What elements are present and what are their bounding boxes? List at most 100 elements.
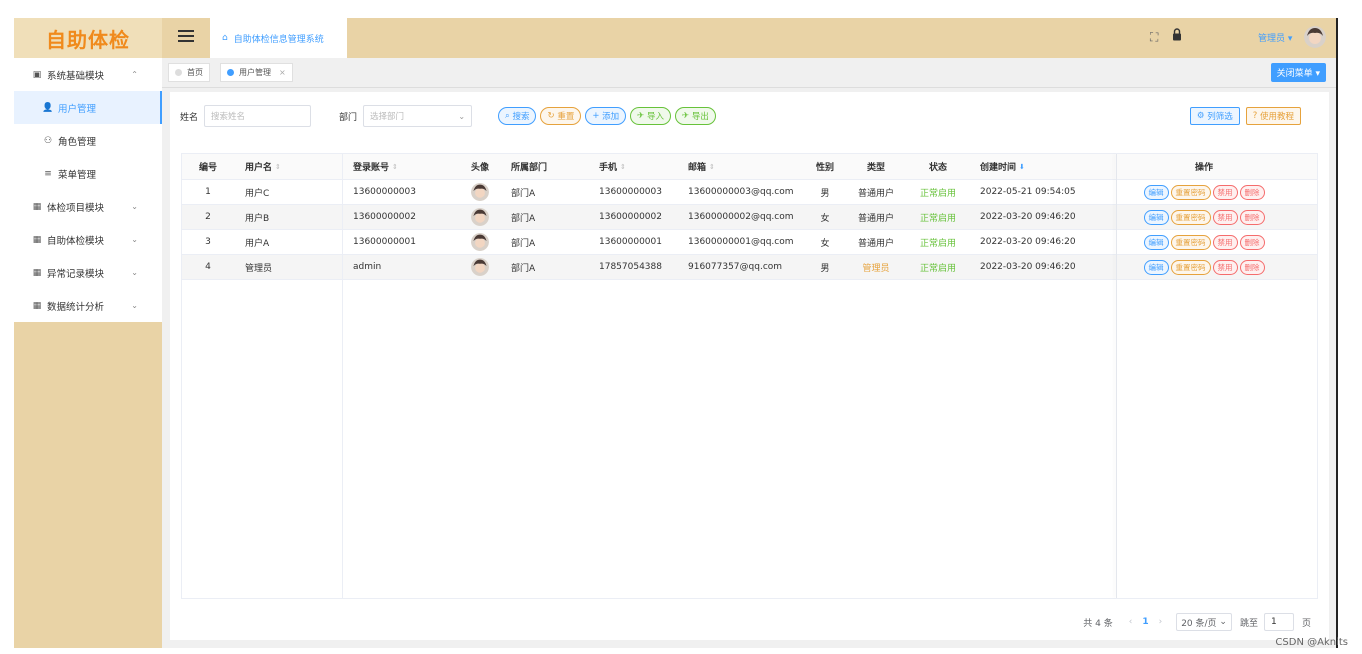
disable-button[interactable]: 禁用: [1212, 184, 1238, 200]
export-button[interactable]: ✈ 导出: [675, 107, 716, 125]
reset-password-button[interactable]: 重置密码: [1170, 209, 1211, 225]
gear-icon: ⚙: [1196, 111, 1208, 121]
lock-icon[interactable]: [1172, 28, 1182, 41]
next-page-icon[interactable]: ›: [1159, 617, 1163, 627]
sort-icon[interactable]: ⇕: [392, 163, 398, 171]
avatar: [471, 233, 489, 251]
edit-button[interactable]: 编辑: [1143, 259, 1169, 275]
menu-list-icon: ≡: [44, 168, 52, 179]
tutorial-label: 使用教程: [1259, 112, 1294, 122]
cell-email: 916077357@qq.com: [688, 262, 783, 272]
sidebar-item-self-exam[interactable]: ▦ 自助体检模块 ⌄: [14, 223, 162, 256]
column-header: 操作: [1194, 163, 1213, 173]
reset-password-button[interactable]: 重置密码: [1170, 184, 1211, 200]
cell-phone: 13600000003: [599, 187, 662, 197]
avatar[interactable]: [1304, 26, 1326, 48]
table-row[interactable]: 4 管理员 admin 部门A 17857054388 916077357@qq.com 男…: [182, 255, 1317, 280]
cell-gender: 男: [820, 188, 830, 199]
close-menu-button[interactable]: 关闭菜单 ▾: [1270, 63, 1326, 82]
cell-account: 13600000001: [353, 237, 416, 247]
watermark: CSDN @Aknits: [1275, 637, 1348, 648]
tutorial-button[interactable]: ? 使用教程: [1245, 107, 1301, 125]
send-icon: ✈: [682, 111, 692, 121]
page-size-select[interactable]: 20 条/页 ⌄: [1176, 613, 1232, 631]
cell-dept: 部门A: [511, 238, 536, 249]
cell-email: 13600000001@qq.com: [688, 237, 794, 247]
sidebar-item-statistics[interactable]: ▦ 数据统计分析 ⌄: [14, 289, 162, 322]
tag-home[interactable]: 首页: [168, 63, 210, 82]
cell-created: 2022-03-20 09:46:20: [980, 212, 1076, 222]
sidebar-item-users[interactable]: 👤 用户管理: [14, 91, 162, 124]
sort-icon[interactable]: ⇕: [620, 163, 626, 171]
tag-users[interactable]: 用户管理 ×: [220, 63, 293, 82]
column-header[interactable]: 用户名 ⇕: [234, 154, 342, 179]
cell-phone: 13600000001: [599, 237, 662, 247]
avatar: [471, 258, 489, 276]
delete-button[interactable]: 删除: [1239, 259, 1265, 275]
cell-created: 2022-05-21 09:54:05: [980, 187, 1076, 197]
chevron-down-icon: ⌄: [131, 301, 138, 310]
name-search-input[interactable]: 搜索姓名: [204, 105, 312, 127]
cell-dept: 部门A: [511, 263, 536, 274]
dept-select[interactable]: 选择部门 ⌄: [363, 105, 473, 127]
column-header[interactable]: 邮箱 ⇕: [677, 154, 805, 179]
delete-button[interactable]: 删除: [1239, 184, 1265, 200]
sidebar-item-menus[interactable]: ≡ 菜单管理: [14, 157, 162, 190]
edit-button[interactable]: 编辑: [1143, 184, 1169, 200]
close-icon[interactable]: ×: [279, 68, 286, 77]
import-button[interactable]: ✈ 导入: [630, 107, 672, 125]
sidebar-item-label: 用户管理: [58, 103, 97, 115]
fullscreen-icon[interactable]: ⛶: [1150, 30, 1158, 45]
chevron-down-icon: ⌄: [131, 235, 138, 244]
edit-button[interactable]: 编辑: [1143, 209, 1169, 225]
delete-button[interactable]: 删除: [1239, 234, 1265, 250]
cell-ops: 编辑 重置密码 禁用 删除: [1091, 180, 1317, 204]
jump-input[interactable]: 1: [1263, 613, 1294, 631]
add-button[interactable]: + 添加: [585, 107, 627, 125]
edit-button[interactable]: 编辑: [1143, 234, 1169, 250]
cell-ops: 编辑 重置密码 禁用 删除: [1091, 230, 1317, 254]
table-row[interactable]: 3 用户A 13600000001 部门A 13600000001 13600000001…: [182, 230, 1317, 255]
table-body: 1 用户C 13600000003 部门A 13600000003 13600000003…: [182, 180, 1317, 280]
column-filter-button[interactable]: ⚙ 列筛选: [1189, 107, 1240, 125]
cell-type: 普通用户: [857, 238, 894, 249]
disable-button[interactable]: 禁用: [1212, 234, 1238, 250]
search-button[interactable]: ⌕ 搜索: [498, 107, 537, 125]
delete-button[interactable]: 删除: [1239, 209, 1265, 225]
reset-button[interactable]: ↻ 重置: [540, 107, 582, 125]
disable-button[interactable]: 禁用: [1212, 209, 1238, 225]
home-tab-label: 自助体检信息管理系统: [233, 34, 324, 45]
reset-password-button[interactable]: 重置密码: [1170, 234, 1211, 250]
sidebar-item-roles[interactable]: ⚇ 角色管理: [14, 124, 162, 157]
sidebar-item-anomaly[interactable]: ▦ 异常记录模块 ⌄: [14, 256, 162, 289]
sidebar-item-system[interactable]: ▣ 系统基础模块 ⌃: [14, 58, 162, 91]
sidebar-item-exam-items[interactable]: ▦ 体检项目模块 ⌄: [14, 190, 162, 223]
sort-icon[interactable]: ⇕: [709, 163, 715, 171]
status-badge: 正常启用: [919, 263, 956, 274]
role-icon: ⚇: [43, 135, 53, 146]
cell-type: 普通用户: [857, 213, 894, 224]
column-header[interactable]: 创建时间 ⬇: [969, 154, 1091, 179]
sidebar-menu: ▣ 系统基础模块 ⌃ 👤 用户管理 ⚇ 角色管理 ≡ 菜单管理 ▦ 体检项目模块…: [14, 58, 162, 322]
table-row[interactable]: 1 用户C 13600000003 部门A 13600000003 13600000003…: [182, 180, 1317, 205]
sort-icon[interactable]: ⬇: [1019, 163, 1025, 171]
cell-phone: 13600000002: [599, 212, 662, 222]
sidebar-item-label: 系统基础模块: [47, 70, 105, 82]
grid-icon: ▦: [32, 201, 42, 212]
table-row[interactable]: 2 用户B 13600000002 部门A 13600000002 13600000002…: [182, 205, 1317, 230]
reset-password-button[interactable]: 重置密码: [1170, 259, 1211, 275]
tags-bar: 首页 用户管理 × 关闭菜单 ▾: [162, 58, 1336, 88]
column-header[interactable]: 手机 ⇕: [588, 154, 677, 179]
sort-icon[interactable]: ⇕: [275, 163, 281, 171]
page-number[interactable]: 1: [1142, 617, 1148, 627]
cell-email: 13600000003@qq.com: [688, 187, 794, 197]
sidebar-item-label: 体检项目模块: [47, 202, 105, 214]
cell-account: 13600000002: [353, 212, 416, 222]
column-header[interactable]: 登录账号 ⇕: [342, 154, 460, 179]
user-dropdown[interactable]: 管理员 ▾: [1258, 31, 1292, 44]
hamburger-menu-icon[interactable]: [178, 30, 194, 44]
cell-username: 用户A: [245, 238, 270, 249]
disable-button[interactable]: 禁用: [1212, 259, 1238, 275]
prev-page-icon[interactable]: ‹: [1129, 617, 1133, 627]
tab-home[interactable]: ⌂ 自助体检信息管理系统: [210, 18, 347, 58]
